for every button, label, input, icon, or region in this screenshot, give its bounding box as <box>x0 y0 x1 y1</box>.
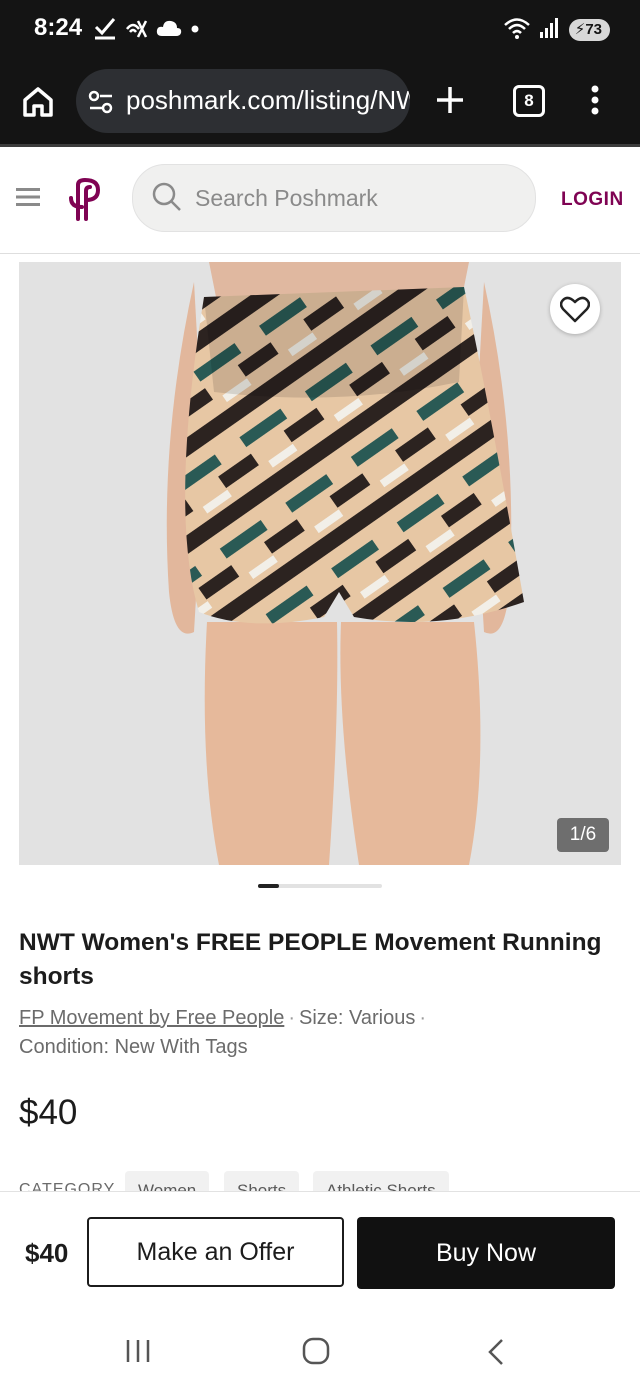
category-chip-athletic-shorts[interactable]: Athletic Shorts <box>313 1171 449 1191</box>
size-text: Size: Various <box>298 1007 416 1029</box>
url-text[interactable]: poshmark.com/listing/NWT-Women <box>126 85 410 116</box>
system-home-icon[interactable] <box>302 1337 330 1370</box>
login-link[interactable]: LOGIN <box>561 189 624 211</box>
recent-apps-icon[interactable] <box>124 1338 152 1369</box>
like-button[interactable] <box>550 284 600 334</box>
listing-price: $40 <box>19 1093 78 1132</box>
site-settings-icon[interactable] <box>88 89 114 120</box>
carousel-indicator <box>258 884 382 888</box>
no-signal-icon <box>124 17 148 44</box>
dot-icon <box>190 21 200 39</box>
check-icon <box>94 16 116 45</box>
condition-text: Condition: New With Tags <box>19 1036 248 1058</box>
system-nav-bar <box>0 1309 640 1388</box>
product-photo[interactable] <box>19 262 621 865</box>
browser-toolbar: poshmark.com/listing/NWT-Women 8 <box>0 62 640 147</box>
status-time: 8:24 <box>34 14 83 41</box>
listing-title: NWT Women's FREE PEOPLE Movement Running… <box>19 929 602 990</box>
category-chip-women[interactable]: Women <box>125 1171 210 1191</box>
category-label: CATEGORY <box>19 1181 116 1191</box>
category-chip-shorts[interactable]: Shorts <box>224 1171 300 1191</box>
signal-icon <box>539 17 561 44</box>
make-offer-button[interactable]: Make an Offer <box>87 1217 344 1287</box>
search-input[interactable] <box>193 181 517 215</box>
buy-now-button[interactable]: Buy Now <box>357 1217 615 1289</box>
new-tab-icon[interactable] <box>434 84 466 121</box>
heart-icon <box>560 296 590 323</box>
search-icon <box>151 181 183 218</box>
separator: · <box>419 1007 427 1029</box>
back-icon[interactable] <box>486 1338 506 1371</box>
url-bar[interactable]: poshmark.com/listing/NWT-Women <box>76 69 410 133</box>
tab-switcher-button[interactable]: 8 <box>513 85 545 117</box>
search-bar[interactable] <box>132 164 536 232</box>
cloud-icon <box>156 19 182 42</box>
status-bar: 8:24 ⚡73 <box>0 0 640 62</box>
site-header: LOGIN <box>0 147 640 254</box>
battery-icon: ⚡73 <box>568 19 610 41</box>
status-icons-left <box>94 16 200 44</box>
brand-link[interactable]: FP Movement by Free People <box>19 1007 284 1029</box>
image-counter: 1/6 <box>557 818 609 852</box>
category-row: CATEGORY Women Shorts Athletic Shorts <box>19 1171 639 1191</box>
battery-level: 73 <box>585 21 602 38</box>
more-menu-icon[interactable] <box>590 84 600 121</box>
listing-meta: FP Movement by Free People · Size: Various… <box>19 1004 619 1062</box>
status-icons-right: ⚡73 <box>503 16 610 44</box>
home-icon[interactable] <box>20 84 56 120</box>
carousel-thumb <box>258 884 279 888</box>
separator: · <box>288 1007 295 1029</box>
purchase-bar-price: $40 <box>25 1238 69 1268</box>
purchase-bar: $40 Make an Offer Buy Now <box>0 1191 640 1310</box>
poshmark-logo-icon[interactable] <box>66 177 104 226</box>
hamburger-menu-icon[interactable] <box>16 187 40 212</box>
product-image <box>19 262 621 865</box>
wifi-6e-icon <box>503 16 531 45</box>
